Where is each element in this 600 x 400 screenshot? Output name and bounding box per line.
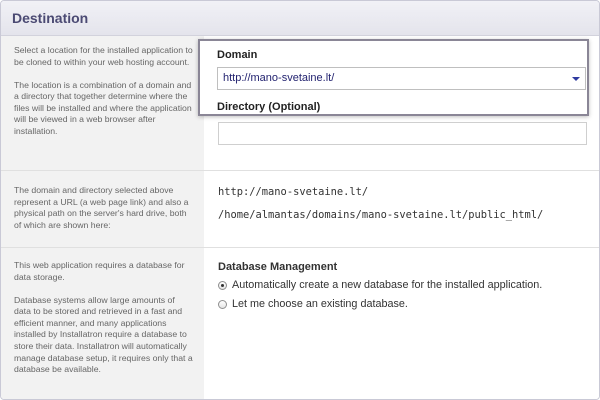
domain-label: Domain <box>217 49 258 61</box>
install-physical-path: /home/almantas/domains/mano-svetaine.lt/… <box>218 209 544 221</box>
destination-help: Select a location for the installed appl… <box>1 36 204 170</box>
paths-section: The domain and directory selected above … <box>1 171 599 247</box>
destination-help-text-2: The location is a combination of a domai… <box>14 79 192 137</box>
panel-title: Destination <box>12 10 89 26</box>
radio-checked-icon[interactable] <box>218 280 227 290</box>
domain-select-value: http://mano-svetaine.lt/ <box>223 72 335 84</box>
destination-help-text-1: Select a location for the installed appl… <box>14 45 193 67</box>
radio-choose-existing-label: Let me choose an existing database. <box>232 298 408 310</box>
directory-label: Directory (Optional) <box>217 101 321 113</box>
radio-choose-existing-database[interactable]: Let me choose an existing database. <box>218 298 408 310</box>
directory-input[interactable] <box>218 122 587 145</box>
destination-panel: Destination Select a location for the in… <box>0 0 600 400</box>
destination-section: Select a location for the installed appl… <box>1 36 599 170</box>
install-url: http://mano-svetaine.lt/ <box>218 186 369 198</box>
radio-auto-create-database[interactable]: Automatically create a new database for … <box>218 279 542 291</box>
destination-fields: Domain http://mano-svetaine.lt/ Director… <box>198 36 599 170</box>
radio-auto-create-label: Automatically create a new database for … <box>232 279 543 291</box>
radio-unchecked-icon[interactable] <box>218 299 227 309</box>
database-management-heading: Database Management <box>218 261 338 273</box>
panel-header: Destination <box>1 1 599 36</box>
paths-help-text: The domain and directory selected above … <box>14 185 189 230</box>
database-help-text-1: This web application requires a database… <box>14 260 185 282</box>
domain-highlight-box: Domain http://mano-svetaine.lt/ Director… <box>198 39 589 116</box>
paths-values: http://mano-svetaine.lt/ /home/almantas/… <box>204 171 599 247</box>
database-help: This web application requires a database… <box>1 248 204 399</box>
chevron-down-icon <box>572 77 580 81</box>
database-section: This web application requires a database… <box>1 248 599 399</box>
paths-help: The domain and directory selected above … <box>1 171 204 247</box>
domain-select[interactable]: http://mano-svetaine.lt/ <box>217 67 586 90</box>
database-help-text-2: Database systems allow large amounts of … <box>14 294 193 375</box>
database-options: Database Management Automatically create… <box>204 248 599 399</box>
